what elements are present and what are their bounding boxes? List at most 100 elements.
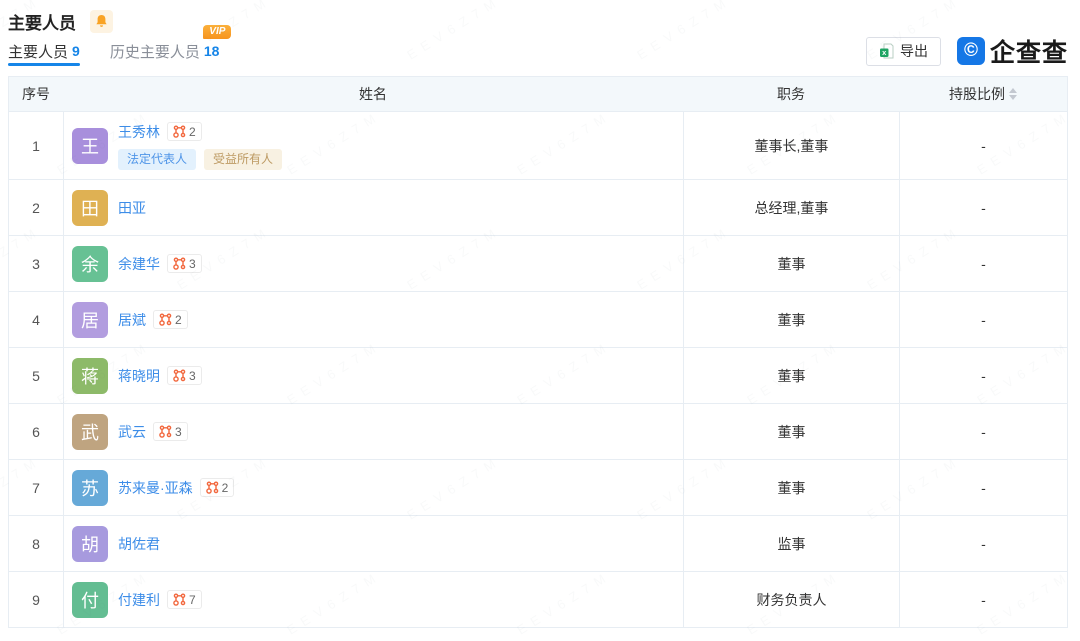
row-index: 9 <box>9 572 63 627</box>
relation-graph-badge[interactable]: 3 <box>167 254 202 273</box>
person-name-link[interactable]: 苏来曼·亚森 <box>118 478 193 498</box>
row-index: 8 <box>9 516 63 571</box>
row-index: 1 <box>9 112 63 179</box>
vip-badge: VIP <box>203 25 231 39</box>
relation-graph-badge[interactable]: 2 <box>200 478 235 497</box>
table-row: 7苏苏来曼·亚森2董事- <box>9 459 1067 515</box>
relation-graph-badge[interactable]: 3 <box>167 366 202 385</box>
person-name-link[interactable]: 武云 <box>118 422 146 442</box>
relation-graph-badge[interactable]: 2 <box>153 310 188 329</box>
share-ratio-cell: - <box>899 572 1067 627</box>
avatar: 王 <box>72 128 108 164</box>
share-ratio-cell: - <box>899 236 1067 291</box>
person-cell: 苏苏来曼·亚森2 <box>63 460 683 515</box>
qichacha-logo-icon: © <box>957 37 985 65</box>
person-tag: 受益所有人 <box>204 149 282 170</box>
position-cell: 董事 <box>683 348 899 403</box>
table-body: 1王王秀林2法定代表人受益所有人董事长,董事-2田田亚总经理,董事-3余余建华3… <box>9 111 1067 627</box>
person-name-link[interactable]: 蒋晓明 <box>118 366 160 386</box>
col-header-share-ratio[interactable]: 持股比例 <box>899 84 1067 104</box>
person-info: 苏来曼·亚森 2 <box>118 478 234 498</box>
person-tag: 法定代表人 <box>118 149 196 170</box>
person-name-link[interactable]: 胡佐君 <box>118 534 160 554</box>
person-name-link[interactable]: 王秀林 <box>118 122 160 142</box>
avatar: 田 <box>72 190 108 226</box>
export-button[interactable]: x 导出 <box>866 37 941 66</box>
avatar: 付 <box>72 582 108 618</box>
person-info: 付建利 7 <box>118 590 202 610</box>
person-cell: 居居斌 2 <box>63 292 683 347</box>
person-info: 蒋晓明 3 <box>118 366 202 386</box>
table-row: 1王王秀林 2 法定代表人受益所有人 董事长,董事- <box>9 111 1067 179</box>
position-cell: 董事 <box>683 460 899 515</box>
qichacha-logo: © 企查查 <box>957 33 1068 69</box>
relation-count: 3 <box>175 425 182 439</box>
row-index: 2 <box>9 180 63 235</box>
row-index: 7 <box>9 460 63 515</box>
position-cell: 董事 <box>683 236 899 291</box>
col-header-index: 序号 <box>9 84 63 104</box>
person-cell: 蒋蒋晓明 3 <box>63 348 683 403</box>
relation-count: 7 <box>189 593 196 607</box>
person-info: 武云 3 <box>118 422 188 442</box>
avatar: 蒋 <box>72 358 108 394</box>
row-index: 3 <box>9 236 63 291</box>
tab-label: 历史主要人员 <box>110 41 200 62</box>
table-header-row: 序号 姓名 职务 持股比例 <box>9 77 1067 111</box>
tabs: 主要人员 9 历史主要人员 18 VIP <box>8 36 219 66</box>
tab-count: 18 <box>204 43 220 59</box>
tab-history-personnel[interactable]: 历史主要人员 18 VIP <box>110 36 220 66</box>
position-cell: 董事长,董事 <box>683 112 899 179</box>
row-index: 4 <box>9 292 63 347</box>
avatar: 居 <box>72 302 108 338</box>
col-header-name: 姓名 <box>63 84 683 104</box>
relation-graph-icon <box>173 125 186 138</box>
person-name-link[interactable]: 田亚 <box>118 198 146 218</box>
table-row: 6武武云3董事- <box>9 403 1067 459</box>
table-row: 8胡胡佐君监事- <box>9 515 1067 571</box>
position-cell: 监事 <box>683 516 899 571</box>
person-name-link[interactable]: 居斌 <box>118 310 146 330</box>
relation-graph-icon <box>173 593 186 606</box>
relation-graph-badge[interactable]: 7 <box>167 590 202 609</box>
person-cell: 付付建利 7 <box>63 572 683 627</box>
person-cell: 王王秀林 2 法定代表人受益所有人 <box>63 112 683 179</box>
bell-icon <box>95 14 108 28</box>
relation-count: 2 <box>189 125 196 139</box>
tab-key-personnel[interactable]: 主要人员 9 <box>8 36 80 66</box>
person-info: 余建华 3 <box>118 254 202 274</box>
share-ratio-cell: - <box>899 292 1067 347</box>
relation-count: 2 <box>175 313 182 327</box>
relation-graph-icon <box>159 313 172 326</box>
page-title: 主要人员 <box>8 9 76 34</box>
table-row: 2田田亚 总经理,董事- <box>9 179 1067 235</box>
title-row: 主要人员 <box>8 8 1068 34</box>
avatar: 胡 <box>72 526 108 562</box>
relation-count: 2 <box>222 481 229 495</box>
monitor-bell-button[interactable] <box>90 10 113 33</box>
toolbar-right: x 导出 © 企查查 <box>866 33 1068 69</box>
share-ratio-cell: - <box>899 112 1067 179</box>
relation-graph-badge[interactable]: 3 <box>153 422 188 441</box>
relation-graph-badge[interactable]: 2 <box>167 122 202 141</box>
position-cell: 总经理,董事 <box>683 180 899 235</box>
share-ratio-cell: - <box>899 180 1067 235</box>
qichacha-logo-text: 企查查 <box>990 33 1068 69</box>
person-cell: 胡胡佐君 <box>63 516 683 571</box>
share-ratio-cell: - <box>899 516 1067 571</box>
person-info: 居斌 2 <box>118 310 188 330</box>
table-row: 3余余建华3董事- <box>9 235 1067 291</box>
person-name-link[interactable]: 余建华 <box>118 254 160 274</box>
relation-graph-icon <box>159 425 172 438</box>
sort-icon <box>1009 88 1017 100</box>
table-row: 4居居斌 2 董事- <box>9 291 1067 347</box>
person-name-link[interactable]: 付建利 <box>118 590 160 610</box>
position-cell: 董事 <box>683 292 899 347</box>
position-cell: 财务负责人 <box>683 572 899 627</box>
relation-graph-icon <box>206 481 219 494</box>
tabs-row: 主要人员 9 历史主要人员 18 VIP x <box>8 36 1068 66</box>
relation-graph-icon <box>173 369 186 382</box>
table-row: 9付付建利 7 财务负责人- <box>9 571 1067 627</box>
tab-label: 主要人员 <box>8 41 68 62</box>
share-ratio-cell: - <box>899 404 1067 459</box>
